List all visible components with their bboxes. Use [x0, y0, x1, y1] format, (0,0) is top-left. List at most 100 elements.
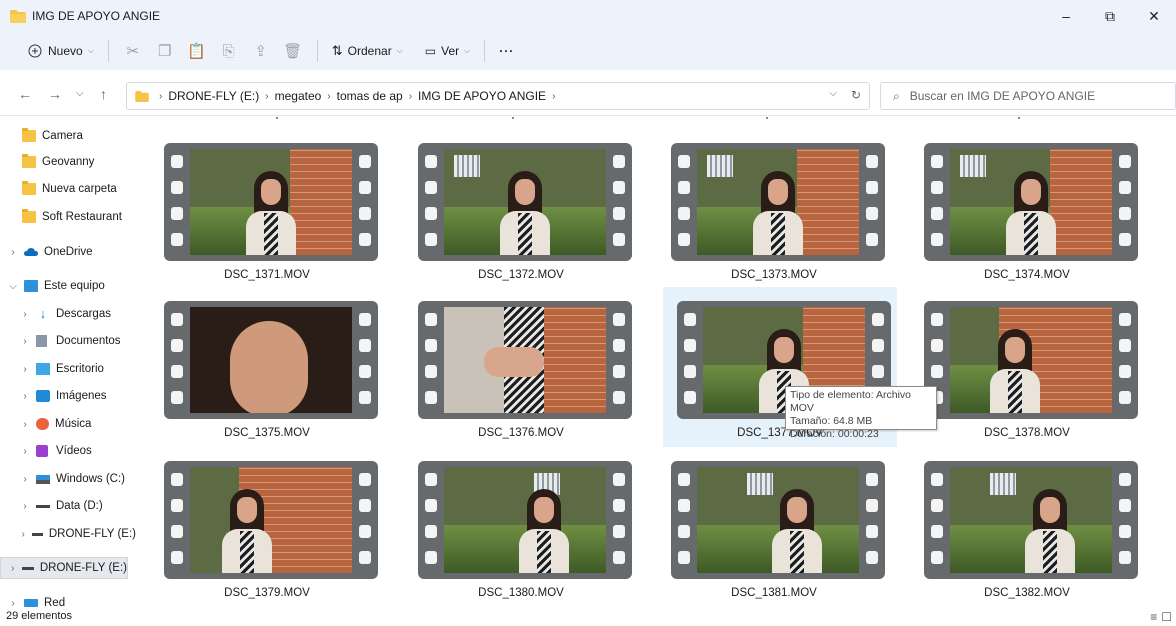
- chevron-right-icon[interactable]: ›: [18, 446, 32, 457]
- sidebar-item-escritorio[interactable]: › Escritorio: [0, 358, 136, 380]
- document-icon: [36, 335, 47, 347]
- sidebar-item-onedrive[interactable]: › OneDrive: [0, 241, 136, 263]
- film-sprocket-hole: [931, 207, 943, 220]
- file-item[interactable]: DSC_1371.MOV: [150, 129, 384, 289]
- chevron-right-icon[interactable]: ›: [18, 529, 28, 540]
- film-sprocket-hole: [678, 181, 690, 194]
- file-item[interactable]: DSC_1373.MOV: [657, 129, 891, 289]
- sidebar-item-geovanny[interactable]: Geovanny: [0, 151, 136, 173]
- forward-arrow-icon[interactable]: →: [48, 86, 62, 102]
- chevron-right-icon[interactable]: ›: [18, 364, 32, 375]
- sidebar-item-este-equipo[interactable]: ⌵ Este equipo: [0, 275, 136, 297]
- chevron-right-icon[interactable]: ›: [18, 474, 32, 485]
- search-input[interactable]: [909, 89, 1150, 103]
- file-item[interactable]: DSC_1382.MOV: [910, 447, 1144, 607]
- close-button[interactable]: ✕: [1132, 0, 1176, 32]
- file-item[interactable]: DSC_1375.MOV: [150, 287, 384, 447]
- address-bar[interactable]: › DRONE-FLY (E:) › megateo › tomas de ap…: [126, 82, 870, 110]
- breadcrumb-tomas[interactable]: tomas de ap: [337, 89, 403, 103]
- film-sprocket-hole: [1119, 551, 1131, 564]
- film-sprocket-hole: [1119, 525, 1131, 538]
- film-sprocket-hole: [359, 365, 371, 378]
- chevron-right-icon[interactable]: ›: [18, 336, 32, 347]
- up-arrow-icon[interactable]: ↑: [100, 86, 107, 102]
- view-button[interactable]: ▭ Ver ⌵: [419, 36, 476, 66]
- file-name: DSC_1379.MOV: [224, 587, 310, 599]
- search-icon: ⌕: [893, 88, 900, 103]
- sidebar-item-windows-c[interactable]: › Windows (C:): [0, 468, 136, 490]
- breadcrumb-current[interactable]: IMG DE APOYO ANGIE: [418, 89, 546, 103]
- copy-icon[interactable]: ❐: [149, 36, 181, 66]
- chevron-right-icon: ›: [327, 90, 331, 102]
- video-thumbnail-icon: [164, 143, 378, 261]
- file-item[interactable]: DSC_1380.MOV: [404, 447, 638, 607]
- search-box[interactable]: ⌕: [880, 82, 1176, 110]
- rename-icon[interactable]: ⎘: [213, 36, 245, 66]
- file-item[interactable]: DSC_1378.MOV: [910, 287, 1144, 447]
- video-frame: [950, 149, 1112, 255]
- address-history-chevron-icon[interactable]: ⌵: [829, 88, 837, 102]
- sidebar-item-videos[interactable]: › Vídeos: [0, 440, 136, 462]
- sidebar-item-label: OneDrive: [44, 246, 93, 258]
- sidebar-item-label: DRONE-FLY (E:): [39, 562, 127, 574]
- recent-chevron-icon[interactable]: ⌵: [76, 88, 84, 99]
- film-sprocket-hole: [613, 339, 625, 352]
- breadcrumb-megateo[interactable]: megateo: [275, 89, 322, 103]
- sort-button[interactable]: ⇅ Ordenar ⌵: [326, 36, 409, 66]
- sidebar-item-drone-fly-e-removable[interactable]: › DRONE-FLY (E:): [0, 557, 128, 579]
- share-icon[interactable]: ⇪: [245, 36, 277, 66]
- film-sprocket-hole: [866, 525, 878, 538]
- sidebar-item-musica[interactable]: › Música: [0, 413, 136, 435]
- sidebar-item-drone-fly-e[interactable]: › DRONE-FLY (E:): [0, 523, 136, 545]
- file-item[interactable]: DSC_1374.MOV: [910, 129, 1144, 289]
- file-item[interactable]: DSC_1379.MOV: [150, 447, 384, 607]
- details-view-icon[interactable]: ≡: [1150, 610, 1157, 624]
- film-sprocket-hole: [866, 233, 878, 246]
- film-sprocket-hole: [866, 551, 878, 564]
- film-sprocket-hole: [684, 313, 696, 326]
- video-frame: [444, 467, 606, 573]
- sidebar-item-imagenes[interactable]: › Imágenes: [0, 385, 136, 407]
- film-sprocket-hole: [678, 473, 690, 486]
- more-options-button[interactable]: ···: [493, 36, 520, 66]
- sort-label: Ordenar: [347, 44, 392, 58]
- sidebar-item-descargas[interactable]: › ↓ Descargas: [0, 303, 136, 325]
- restore-button[interactable]: ⧉: [1088, 0, 1132, 32]
- sidebar-item-label: Windows (C:): [56, 473, 126, 485]
- refresh-icon[interactable]: ↻: [851, 88, 861, 102]
- chevron-down-icon[interactable]: ⌵: [6, 281, 20, 292]
- sidebar-item-camera[interactable]: Camera: [0, 125, 136, 147]
- film-sprocket-hole: [425, 551, 437, 564]
- paste-icon[interactable]: 📋: [181, 36, 213, 66]
- chevron-right-icon[interactable]: ›: [18, 309, 32, 320]
- film-sprocket-hole: [613, 551, 625, 564]
- view-icon: ▭: [424, 44, 437, 58]
- film-sprocket-hole: [872, 365, 884, 378]
- file-item[interactable]: DSC_1381.MOV: [657, 447, 891, 607]
- chevron-right-icon[interactable]: ›: [18, 391, 32, 402]
- file-item[interactable]: DSC_1376.MOV: [404, 287, 638, 447]
- minimize-button[interactable]: –: [1044, 0, 1088, 32]
- chevron-right-icon[interactable]: ›: [6, 598, 20, 609]
- cut-icon[interactable]: ✂: [117, 36, 149, 66]
- chevron-right-icon[interactable]: ›: [18, 419, 32, 430]
- drive-icon: [22, 566, 34, 570]
- chevron-right-icon[interactable]: ›: [6, 247, 20, 258]
- film-sprocket-hole: [613, 391, 625, 404]
- delete-icon[interactable]: 🗑: [277, 36, 309, 66]
- tiles-view-icon[interactable]: ☐: [1161, 610, 1172, 624]
- sidebar-item-label: DRONE-FLY (E:): [48, 528, 136, 540]
- back-arrow-icon[interactable]: ←: [18, 86, 32, 102]
- sidebar-item-soft-restaurant[interactable]: Soft Restaurant: [0, 206, 136, 228]
- chevron-right-icon[interactable]: ›: [18, 501, 32, 512]
- sidebar-item-documentos[interactable]: › Documentos: [0, 330, 136, 352]
- file-name: DSC_1376.MOV: [478, 427, 564, 439]
- file-name: DSC_1373.MOV: [731, 269, 817, 281]
- file-item[interactable]: DSC_1372.MOV: [404, 129, 638, 289]
- new-button[interactable]: Nuevo ⌵: [22, 36, 100, 66]
- item-count: 29 elementos: [6, 610, 73, 622]
- sidebar-item-nueva-carpeta[interactable]: Nueva carpeta: [0, 178, 136, 200]
- chevron-right-icon[interactable]: ›: [7, 563, 18, 574]
- breadcrumb-drive[interactable]: DRONE-FLY (E:): [168, 89, 259, 103]
- sidebar-item-data-d[interactable]: › Data (D:): [0, 495, 136, 517]
